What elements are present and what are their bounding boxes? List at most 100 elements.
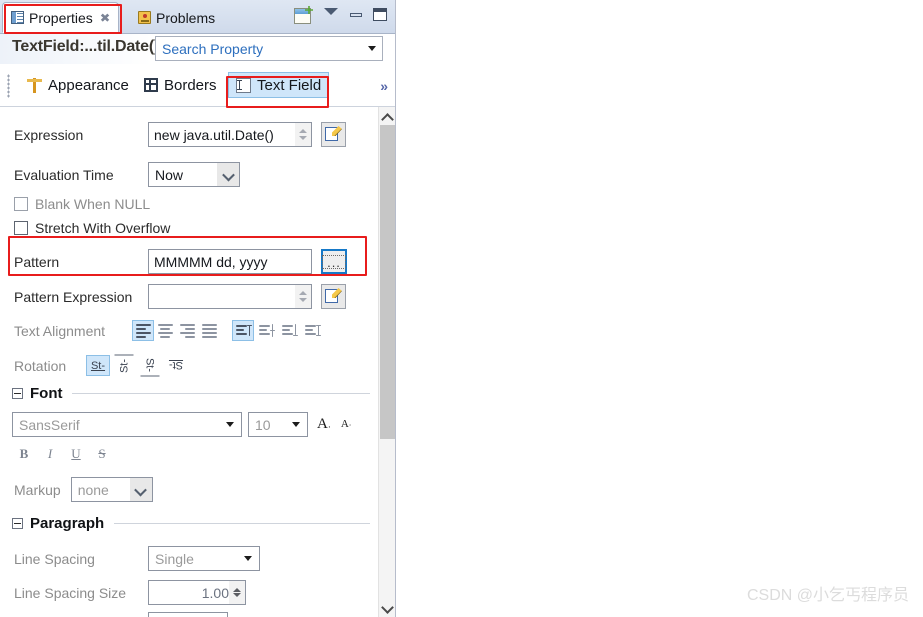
search-dropdown-button[interactable] [362, 37, 382, 60]
expression-stepper[interactable] [295, 123, 311, 146]
line-spacing-dropdown-arrow[interactable] [237, 547, 259, 570]
triangle-down-icon [226, 422, 234, 427]
row-markup: Markup none [0, 477, 370, 502]
arrow-up-icon [383, 113, 392, 119]
pattern-expression-field[interactable] [148, 284, 312, 309]
row-stretch-with-overflow[interactable]: Stretch With Overflow [0, 220, 370, 236]
scrollbar-thumb[interactable] [380, 125, 395, 439]
clipped-field[interactable] [148, 612, 228, 617]
blank-when-null-checkbox[interactable] [14, 197, 28, 211]
align-right-button[interactable] [176, 320, 198, 341]
more-tabs-icon[interactable]: » [380, 78, 388, 94]
line-spacing-value: Single [155, 550, 194, 567]
sidebar-item-text-field[interactable]: Text Field [228, 72, 330, 98]
valign-top-button[interactable] [232, 320, 254, 341]
evaluation-time-dropdown-arrow[interactable] [217, 163, 239, 186]
vertical-scrollbar[interactable] [378, 107, 396, 617]
evaluation-time-select[interactable]: Now [148, 162, 240, 187]
expression-edit-button[interactable] [321, 122, 346, 147]
line-spacing-size-stepper[interactable] [229, 581, 245, 604]
decrease-font-size-button[interactable]: A · [341, 419, 352, 430]
pattern-expression-edit-button[interactable] [321, 284, 346, 309]
toolbar-grip[interactable] [7, 74, 10, 98]
valign-bottom-button[interactable] [278, 320, 300, 341]
page-title: TextField:...til.Date() [12, 38, 160, 55]
arrow-down-icon [383, 605, 392, 611]
markup-dropdown-arrow[interactable] [129, 478, 152, 501]
valign-top-icon [235, 324, 252, 337]
decrease-font-label: A [340, 418, 349, 430]
row-blank-when-null[interactable]: Blank When NULL [0, 196, 370, 212]
maximize-icon [373, 8, 387, 21]
valign-justified-button[interactable] [301, 320, 323, 341]
collapse-font-icon[interactable] [12, 388, 23, 399]
collapse-paragraph-icon[interactable] [12, 518, 23, 529]
section-tab-appearance-label: Appearance [48, 76, 129, 94]
triangle-down-icon [244, 556, 252, 561]
row-next-clipped [0, 612, 370, 617]
tab-properties[interactable]: Properties ✖ [2, 2, 119, 33]
rotation-left-button[interactable]: St- [112, 354, 136, 377]
underline-button[interactable]: U [66, 445, 86, 463]
rotation-label: Rotation [14, 357, 67, 374]
close-icon[interactable]: ✖ [100, 11, 111, 25]
sidebar-item-borders[interactable]: Borders [137, 72, 224, 98]
triangle-down-icon [368, 46, 376, 51]
rotation-none-button[interactable]: St- [86, 355, 110, 376]
stretch-with-overflow-checkbox[interactable] [14, 221, 28, 235]
section-header-font[interactable]: Font [0, 385, 370, 402]
rotation-upside-down-button[interactable]: St- [164, 355, 188, 376]
markup-select[interactable]: none [70, 477, 153, 502]
rotation-none-icon: St- [90, 359, 106, 372]
increase-font-size-button[interactable]: A · [317, 417, 331, 432]
view-menu-button[interactable] [324, 8, 338, 15]
chevron-down-icon [324, 8, 338, 15]
pattern-field[interactable] [148, 249, 312, 274]
search-property-box[interactable] [155, 36, 383, 61]
minimize-button[interactable] [350, 13, 362, 17]
new-properties-view-button[interactable] [294, 8, 311, 24]
property-list: Expression Evaluation Time Now [0, 107, 396, 617]
pattern-label: Pattern [14, 253, 60, 270]
align-justify-icon [201, 324, 217, 338]
expression-input[interactable] [154, 126, 295, 143]
chevron-down-icon [224, 172, 233, 178]
align-center-button[interactable] [154, 320, 176, 341]
align-justify-button[interactable] [198, 320, 220, 341]
font-size-dropdown-arrow[interactable] [285, 413, 307, 436]
divider [114, 523, 370, 524]
scroll-down-button[interactable] [379, 599, 396, 617]
search-input[interactable] [156, 40, 362, 57]
row-line-spacing-size: Line Spacing Size [0, 580, 370, 605]
pattern-expression-input[interactable] [154, 288, 295, 305]
strikethrough-button[interactable]: S [92, 445, 112, 463]
pattern-input[interactable] [154, 253, 306, 270]
stepper-down-icon [298, 298, 308, 303]
line-spacing-select[interactable]: Single [148, 546, 260, 571]
font-size-select[interactable]: 10 [248, 412, 308, 437]
valign-middle-icon [258, 324, 275, 337]
row-pattern-expression: Pattern Expression [0, 284, 370, 309]
valign-middle-button[interactable] [255, 320, 277, 341]
properties-icon [11, 11, 24, 24]
maximize-button[interactable] [373, 8, 387, 21]
italic-button[interactable]: I [40, 445, 60, 463]
bold-button[interactable]: B [14, 445, 34, 463]
font-family-select[interactable]: SansSerif [12, 412, 242, 437]
view-header: TextField:...til.Date() [0, 34, 396, 64]
line-spacing-size-label: Line Spacing Size [14, 584, 127, 601]
expression-field[interactable] [148, 122, 312, 147]
line-spacing-label: Line Spacing [14, 550, 95, 567]
pattern-expression-stepper[interactable] [295, 285, 311, 308]
line-spacing-size-field[interactable] [148, 580, 246, 605]
rotation-right-button[interactable]: St- [138, 354, 162, 377]
line-spacing-size-input[interactable] [154, 584, 229, 601]
tab-problems[interactable]: Problems [130, 2, 223, 33]
section-header-paragraph[interactable]: Paragraph [0, 515, 370, 532]
valign-bottom-icon [281, 324, 298, 337]
pattern-browse-button[interactable]: ... [321, 249, 347, 274]
font-family-dropdown-arrow[interactable] [219, 413, 241, 436]
scroll-up-button[interactable] [379, 107, 396, 125]
align-left-button[interactable] [132, 320, 154, 341]
sidebar-item-appearance[interactable]: Appearance [20, 72, 136, 98]
